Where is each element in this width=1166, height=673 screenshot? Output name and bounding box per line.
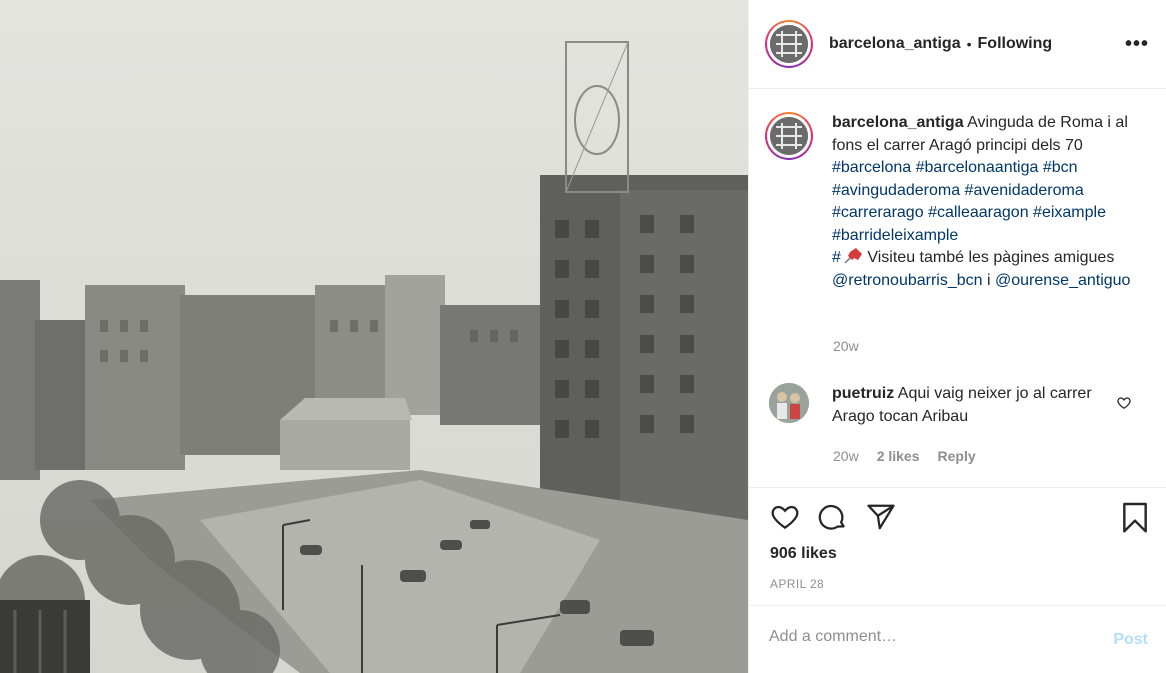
pushpin-emoji-icon [844, 248, 862, 264]
post-details-panel: barcelona_antiga • Following ••• barcelo… [748, 0, 1166, 673]
caption-conjunction: i [982, 271, 995, 289]
hashtag[interactable]: #barcelona [832, 159, 911, 176]
comment-bubble-icon[interactable] [817, 502, 849, 532]
post-caption: barcelona_antiga Avinguda de Roma i al f… [765, 112, 1160, 292]
reply-button[interactable]: Reply [938, 448, 976, 464]
street-photo-illustration [0, 0, 748, 673]
commenter-avatar[interactable] [769, 383, 809, 423]
account-logo-icon [770, 25, 808, 63]
post-photo[interactable] [0, 0, 748, 673]
hashtag[interactable]: #carrerarago [832, 204, 924, 221]
comment-meta: 20w 2 likes Reply [833, 448, 976, 464]
like-heart-icon[interactable] [769, 502, 801, 532]
commenter-photo-icon [769, 383, 809, 423]
post-header: barcelona_antiga • Following ••• [749, 0, 1166, 89]
likes-count[interactable]: 906 likes [770, 545, 837, 563]
comment-likes[interactable]: 2 likes [877, 448, 920, 464]
comment-timestamp[interactable]: 20w [833, 448, 859, 464]
account-logo-icon [770, 117, 808, 155]
hashtag[interactable]: #avenidaderoma [965, 182, 1084, 199]
add-comment-input[interactable] [769, 628, 1089, 646]
comment-item: puetruiz Aqui vaig neixer jo al carrer A… [769, 383, 1149, 428]
caption-text: barcelona_antiga Avinguda de Roma i al f… [832, 112, 1150, 292]
hashtag[interactable]: # [832, 249, 841, 266]
caption-timestamp[interactable]: 20w [833, 338, 859, 354]
mention-link[interactable]: @ourense_antiguo [995, 272, 1130, 289]
hashtag[interactable]: #barrideleixample [832, 227, 958, 244]
hashtag[interactable]: #eixample [1033, 204, 1106, 221]
post-actions: 906 likes APRIL 28 [749, 487, 1166, 605]
header-username[interactable]: barcelona_antiga [829, 35, 961, 53]
hashtag[interactable]: #calleaaragon [928, 204, 1029, 221]
post-date[interactable]: APRIL 28 [770, 577, 824, 591]
share-paper-plane-icon[interactable] [865, 502, 897, 532]
post-comment-button[interactable]: Post [1113, 631, 1148, 649]
save-bookmark-icon[interactable] [1121, 502, 1149, 534]
hashtag[interactable]: #avingudaderoma [832, 182, 960, 199]
like-comment-heart-icon[interactable] [1117, 396, 1131, 410]
follow-status-button[interactable]: Following [978, 35, 1053, 53]
caption-tail-text: Visiteu també les pàgines amigues [862, 249, 1115, 266]
account-avatar[interactable] [765, 20, 813, 68]
hashtag[interactable]: #barcelonaantiga [916, 159, 1039, 176]
separator-dot: • [966, 36, 972, 52]
caption-username[interactable]: barcelona_antiga [832, 114, 964, 131]
add-comment-bar: Post [749, 605, 1166, 673]
more-options-button[interactable]: ••• [1125, 34, 1149, 54]
caption-avatar[interactable] [765, 112, 813, 160]
comment-text: puetruiz Aqui vaig neixer jo al carrer A… [832, 383, 1102, 428]
hashtag[interactable]: #bcn [1043, 159, 1078, 176]
mention-link[interactable]: @retronoubarris_bcn [832, 272, 983, 289]
commenter-username[interactable]: puetruiz [832, 385, 894, 402]
